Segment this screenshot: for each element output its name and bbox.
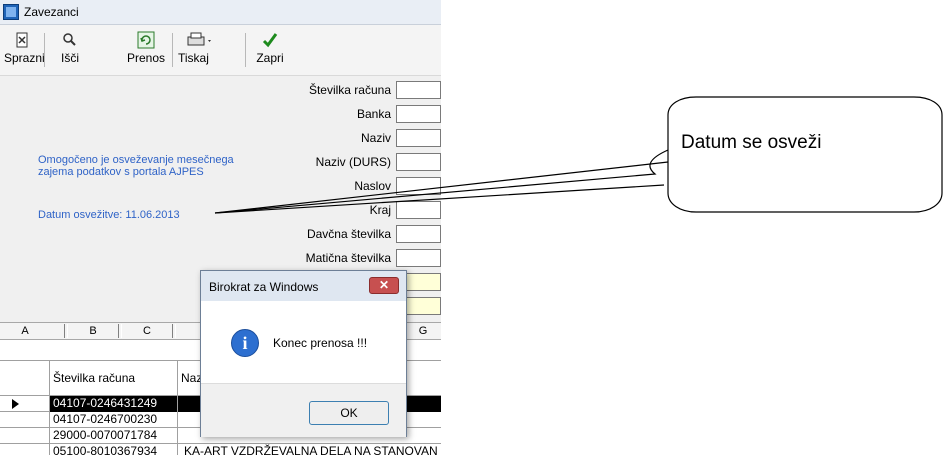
registration-number-input[interactable] bbox=[396, 249, 441, 267]
transfer-icon bbox=[124, 31, 168, 51]
name-durs-input[interactable] bbox=[396, 153, 441, 171]
app-window: Zavezanci Sprazni Išči Prenos Tiskaj Zap… bbox=[0, 0, 441, 455]
information-icon: i bbox=[231, 329, 259, 357]
clear-icon bbox=[4, 31, 40, 51]
row-indicator-icon bbox=[12, 398, 20, 412]
dialog-footer: OK bbox=[201, 383, 406, 437]
transfer-button[interactable]: Prenos bbox=[124, 31, 168, 73]
print-button[interactable]: Tiskaj bbox=[176, 31, 224, 73]
search-button[interactable]: Išči bbox=[50, 31, 90, 73]
table-header-account[interactable]: Številka računa bbox=[50, 361, 178, 396]
dialog-body: i Konec prenosa !!! bbox=[201, 301, 406, 383]
dialog-close-button[interactable]: ✕ bbox=[369, 277, 399, 294]
app-icon bbox=[3, 4, 19, 20]
title-bar: Zavezanci bbox=[0, 0, 441, 25]
column-header-a[interactable]: A bbox=[0, 325, 50, 337]
tax-number-input[interactable] bbox=[396, 225, 441, 243]
table-row[interactable]: 05100-8010367934 KA-ART VZDRŽEVALNA DELA… bbox=[0, 444, 441, 455]
callout-text: Datum se osveži bbox=[681, 132, 822, 153]
toolbar-separator bbox=[172, 33, 173, 67]
message-dialog: Birokrat za Windows ✕ i Konec prenosa !!… bbox=[200, 270, 407, 437]
toolbar-separator bbox=[245, 33, 246, 67]
close-button[interactable]: Zapri bbox=[252, 31, 288, 73]
column-header-g[interactable]: G bbox=[405, 325, 441, 337]
field-label-bank: Banka bbox=[356, 107, 391, 121]
field-label-account: Številka računa bbox=[308, 83, 391, 97]
toolbar-separator bbox=[44, 33, 45, 67]
table-cell-account[interactable]: 05100-8010367934 bbox=[50, 444, 178, 455]
table-cell-account[interactable]: 04107-0246700230 bbox=[50, 412, 178, 428]
column-separator[interactable] bbox=[172, 324, 176, 338]
refresh-info-text: Omogočeno je osveževanje mesečnega zajem… bbox=[38, 154, 234, 178]
field-label-address: Naslov bbox=[354, 179, 391, 193]
table-cell-account[interactable]: 04107-0246431249 bbox=[50, 396, 178, 412]
search-icon bbox=[50, 31, 90, 51]
dialog-title-bar: Birokrat za Windows ✕ bbox=[201, 271, 406, 301]
field-label-tax-number: Davčna številka bbox=[306, 227, 391, 241]
toolbar: Sprazni Išči Prenos Tiskaj Zapri bbox=[0, 25, 441, 76]
field-label-city: Kraj bbox=[369, 203, 391, 217]
bank-input[interactable] bbox=[396, 105, 441, 123]
window-title: Zavezanci bbox=[24, 5, 79, 19]
checkmark-icon bbox=[252, 31, 288, 51]
address-input[interactable] bbox=[396, 177, 441, 195]
table-cell-account[interactable]: 29000-0070071784 bbox=[50, 428, 178, 444]
column-header-c[interactable]: C bbox=[122, 325, 172, 337]
refresh-date-text: Datum osvežitve: 11.06.2013 bbox=[38, 209, 180, 221]
field-label-name-durs: Naziv (DURS) bbox=[315, 155, 391, 169]
name-input[interactable] bbox=[396, 129, 441, 147]
dialog-message: Konec prenosa !!! bbox=[273, 336, 368, 350]
field-label-name: Naziv bbox=[360, 131, 391, 145]
field-label-registration-number: Matična številka bbox=[305, 251, 391, 265]
column-header-b[interactable]: B bbox=[68, 325, 118, 337]
account-number-input[interactable] bbox=[396, 81, 441, 99]
city-input[interactable] bbox=[396, 201, 441, 219]
clear-button[interactable]: Sprazni bbox=[4, 31, 45, 73]
table-cell-name[interactable]: KA-ART VZDRŽEVALNA DELA NA STANOVAN bbox=[178, 444, 441, 455]
close-icon: ✕ bbox=[378, 278, 390, 292]
printer-icon bbox=[176, 31, 224, 51]
ok-button[interactable]: OK bbox=[309, 401, 389, 425]
dialog-title: Birokrat za Windows bbox=[209, 280, 319, 294]
